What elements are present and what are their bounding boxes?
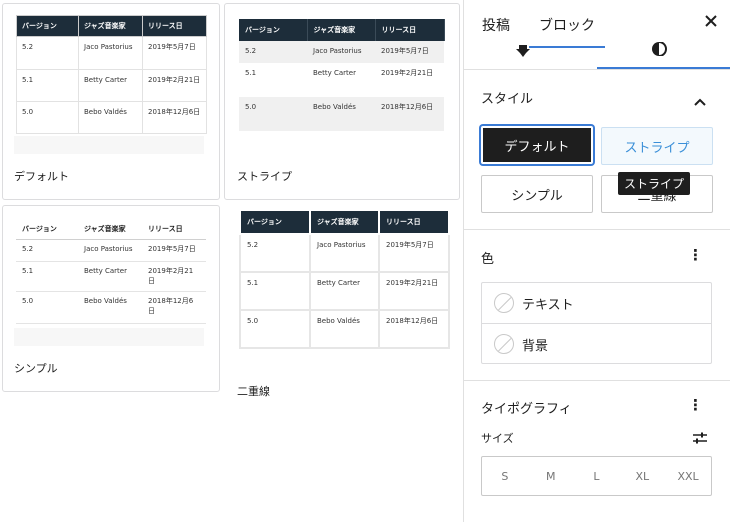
preview-fade: [14, 328, 204, 346]
table-cell: Betty Carter: [307, 63, 375, 97]
size-option-m[interactable]: M: [528, 457, 574, 495]
chevron-up-icon[interactable]: [694, 91, 706, 110]
more-options-icon[interactable]: ⋮: [688, 398, 703, 413]
table-cell: 5.1: [239, 271, 311, 311]
style-caption-simple: シンプル: [14, 362, 58, 375]
table-header: リリース日: [142, 15, 207, 37]
style-caption-double: 二重線: [237, 385, 270, 398]
table-cell: Jaco Pastorius: [307, 41, 375, 63]
color-background-label: 背景: [522, 339, 549, 354]
stripe-tooltip: ストライプ: [618, 172, 691, 195]
color-background-option[interactable]: 背景: [482, 324, 711, 364]
table-cell: Bebo Valdés: [78, 291, 142, 324]
style-simple-button[interactable]: シンプル: [481, 175, 593, 213]
table-header: バージョン: [16, 15, 79, 37]
table-cell: 5.1: [239, 63, 307, 97]
table-cell: Jaco Pastorius: [78, 239, 142, 262]
table-header: ジャズ音楽家: [309, 209, 380, 235]
half-circle-style-icon[interactable]: [651, 41, 667, 60]
more-options-icon[interactable]: ⋮: [688, 248, 703, 263]
preview-table-default: バージョン ジャズ音楽家 リリース日 5.2 Jaco Pastorius 20…: [16, 15, 207, 134]
style-section-title[interactable]: スタイル: [481, 88, 533, 107]
table-cell: 5.0: [239, 309, 311, 349]
table-cell: 2018年12月6日: [142, 291, 206, 324]
style-caption-stripe: ストライプ: [237, 170, 292, 183]
color-options: テキスト 背景: [481, 282, 712, 364]
table-cell: 2019年2月21日: [142, 261, 206, 292]
close-icon[interactable]: [705, 12, 717, 31]
table-cell: 5.2: [239, 233, 311, 273]
table-cell: Jaco Pastorius: [309, 233, 380, 273]
table-cell: 2019年2月21日: [142, 69, 207, 102]
table-cell: 2018年12月6日: [378, 309, 450, 349]
color-text-option[interactable]: テキスト: [482, 283, 711, 323]
table-cell: 2019年5月7日: [378, 233, 450, 273]
table-header: バージョン: [16, 219, 78, 240]
table-cell: 5.0: [16, 291, 78, 324]
size-option-xxl[interactable]: XXL: [665, 457, 711, 495]
table-cell: Betty Carter: [309, 271, 380, 311]
table-cell: 2019年5月7日: [375, 41, 444, 63]
table-cell: 5.2: [16, 36, 79, 70]
table-cell: 2019年5月7日: [142, 239, 206, 262]
table-header: バージョン: [239, 209, 311, 235]
table-cell: Jaco Pastorius: [78, 36, 143, 70]
typography-section-title: タイポグラフィ: [481, 402, 572, 417]
table-header: リリース日: [378, 209, 450, 235]
table-header: リリース日: [142, 219, 206, 240]
empty-swatch-icon: [494, 293, 514, 313]
tab-post[interactable]: 投稿: [482, 15, 510, 35]
table-cell: 5.2: [16, 239, 78, 262]
block-subtabs: [464, 40, 730, 70]
table-cell: 5.0: [239, 97, 307, 131]
empty-swatch-icon: [494, 334, 514, 354]
table-cell: Betty Carter: [78, 69, 143, 102]
tab-block[interactable]: ブロック: [539, 15, 595, 35]
table-cell: 2018年12月6日: [142, 101, 207, 134]
table-cell: 5.1: [16, 261, 78, 292]
table-cell: Bebo Valdés: [307, 97, 375, 131]
preview-table-simple: バージョン ジャズ音楽家 リリース日 5.2 Jaco Pastorius 20…: [16, 219, 206, 324]
sliders-icon[interactable]: [692, 430, 708, 449]
size-label: サイズ: [481, 432, 514, 445]
table-cell: 2019年2月21日: [375, 63, 444, 97]
style-default-button[interactable]: デフォルト: [481, 126, 593, 164]
font-size-picker: S M L XL XXL: [481, 456, 712, 496]
divider: [464, 229, 730, 230]
table-header: ジャズ音楽家: [78, 219, 142, 240]
size-option-s[interactable]: S: [482, 457, 528, 495]
style-stripe-button[interactable]: ストライプ: [601, 127, 713, 165]
table-header: ジャズ音楽家: [78, 15, 143, 37]
table-cell: 5.2: [239, 41, 307, 63]
table-cell: 5.1: [16, 69, 79, 102]
color-text-label: テキスト: [522, 298, 574, 313]
table-cell: Bebo Valdés: [309, 309, 380, 349]
table-header: リリース日: [375, 19, 445, 41]
table-cell: 2018年12月6日: [375, 97, 444, 131]
preview-fade: [14, 136, 204, 154]
table-cell: 2019年5月7日: [142, 36, 207, 70]
style-caption-default: デフォルト: [14, 170, 69, 183]
table-cell: Bebo Valdés: [78, 101, 143, 134]
size-option-xl[interactable]: XL: [619, 457, 665, 495]
table-cell: Betty Carter: [78, 261, 142, 292]
table-cell: 5.0: [16, 101, 79, 134]
color-section-title: 色: [481, 252, 495, 267]
divider: [464, 380, 730, 381]
table-cell: 2019年2月21日: [378, 271, 450, 311]
gear-icon[interactable]: [516, 42, 530, 61]
size-option-l[interactable]: L: [574, 457, 620, 495]
preview-table-double: バージョン ジャズ音楽家 リリース日 5.2 Jaco Pastorius 20…: [239, 209, 450, 349]
table-header: ジャズ音楽家: [307, 19, 376, 41]
preview-table-stripe: バージョン ジャズ音楽家 リリース日 5.2 Jaco Pastorius 20…: [239, 19, 445, 131]
divider: [464, 69, 730, 70]
settings-sidebar: 投稿 ブロック スタイル デフォルト ストライプ シンプル 二重線 色 ⋮ テキ…: [463, 0, 730, 522]
table-header: バージョン: [239, 19, 308, 41]
